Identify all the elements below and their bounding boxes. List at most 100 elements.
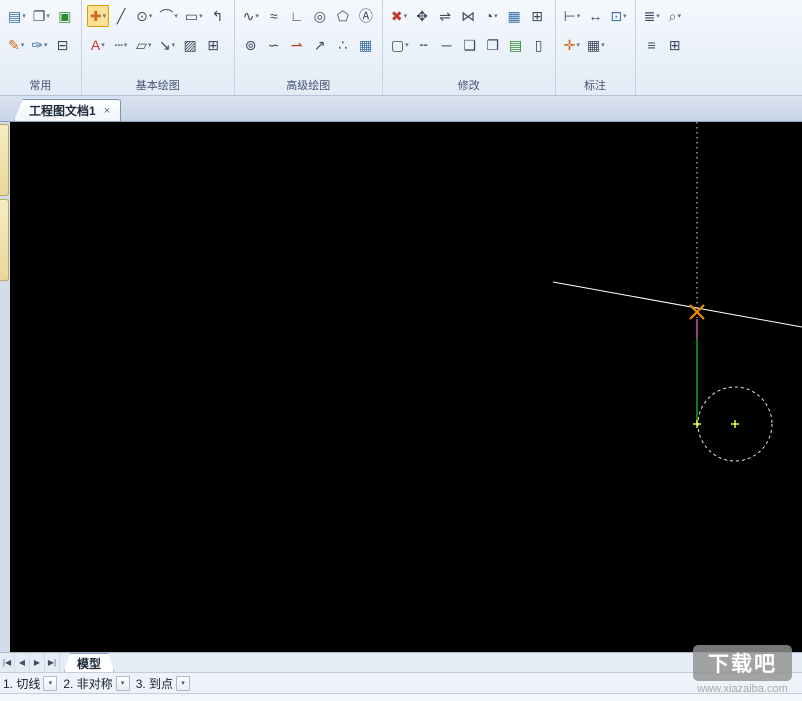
document-tabbar: 工程图文档1 × [0, 96, 802, 122]
chevron-down-icon[interactable]: ▾ [43, 675, 58, 691]
paste-special-icon[interactable]: ▤ [505, 34, 527, 56]
arc-icon[interactable]: ⌒ ▾ [156, 5, 181, 27]
block-icon[interactable]: ⊞ [202, 34, 224, 56]
polyline-icon[interactable]: ↰ [207, 5, 229, 27]
option-combo-tangent[interactable]: 1. 切线 ▾ [3, 675, 58, 692]
ribbon-group-view: ≣ ▾ ⌕ ▾ ≡ ⊞ [634, 0, 691, 95]
main-area [0, 122, 802, 652]
hatch-icon[interactable]: ▨ [179, 34, 201, 56]
ribbon-group-basic-draw: ✚ ▾ ╱ ⊙ ▾ ⌒ ▾ ▭ ▾ ↰ A ▾ ┄ ▾ ▱ ▾ ↘ ▾ ▨ ⊞ 基本绘图 [80, 0, 234, 95]
break-icon[interactable]: ╌ [413, 34, 435, 56]
grid-icon[interactable]: ▦ ▾ [584, 34, 608, 56]
dashed-line-icon[interactable]: ┄ ▾ [110, 34, 132, 56]
rotate-icon[interactable]: ◔ ▾ [480, 5, 502, 27]
segment-icon[interactable]: ╱ [110, 5, 132, 27]
list-icon[interactable]: ≣ ▾ [641, 5, 663, 27]
ribbon-group-modify: ✖ ▾ ✥ ⇌ ⋈ ◔ ▾ ▦ ⊞ ▢ ▾ ╌ ─ ❏ ❐ ▤ ▯ 修改 [381, 0, 555, 95]
leader-icon[interactable]: ↘ ▾ [156, 34, 178, 56]
drawing-canvas[interactable] [10, 122, 802, 652]
join-icon[interactable]: ─ [436, 34, 458, 56]
circle-icon[interactable]: ⊙ ▾ [133, 5, 155, 27]
watermark-url: www.xiazaiba.com [697, 683, 788, 695]
tool-option-bar: 1. 切线 ▾ 2. 非对称 ▾ 3. 到点 ▾ [0, 672, 802, 693]
zoom-icon[interactable]: ⌕ ▾ [664, 5, 686, 27]
side-panel-tab-properties[interactable] [0, 199, 9, 281]
copy-object-icon[interactable]: ⊞ [526, 5, 548, 27]
side-panel-tab-library[interactable] [0, 124, 9, 196]
text-icon[interactable]: A ▾ [87, 34, 109, 56]
watermark-title: 下载吧 [693, 645, 792, 681]
endpoint-marker-icon [693, 420, 701, 428]
ray-icon[interactable]: ⇀ [286, 34, 308, 56]
shapes-icon[interactable]: ▱ ▾ [133, 34, 155, 56]
circle-center-marker-icon [731, 420, 739, 428]
option-combo-asymmetric[interactable]: 2. 非对称 ▾ [63, 675, 130, 692]
copy-icon[interactable]: ❐ ▾ [30, 5, 53, 27]
close-icon[interactable]: × [104, 105, 110, 117]
document-tab-label: 工程图文档1 [29, 104, 96, 118]
dimension-icon[interactable]: ⊢ ▾ [561, 5, 584, 27]
rectangle-icon[interactable]: ▭ ▾ [182, 5, 206, 27]
group-label-advanced-draw: 高级绘图 [286, 80, 331, 92]
format-brush-icon[interactable]: ✎ ▾ [5, 34, 27, 56]
document-tab[interactable]: 工程图文档1 × [14, 99, 122, 121]
ellipse-icon[interactable]: ◎ [309, 5, 331, 27]
save-icon[interactable]: ⊟ [52, 34, 74, 56]
document-copy-icon[interactable]: ❐ [482, 34, 504, 56]
first-sheet-button[interactable]: |◀ [0, 653, 15, 672]
app-window: ▤▾ ❐▾ ▣ ✎▾ ✑▾ ⊟ 常用 ✚▾ ╱ ⊙▾ ⌒▾ ▭▾ [0, 0, 802, 701]
table-icon[interactable]: ▦ [355, 34, 377, 56]
group-label-basic-draw: 基本绘图 [135, 80, 180, 92]
ribbon: ▤▾ ❐▾ ▣ ✎▾ ✑▾ ⊟ 常用 ✚▾ ╱ ⊙▾ ⌒▾ ▭▾ [0, 0, 802, 96]
line-tool-icon[interactable]: ✚ ▾ [86, 5, 110, 27]
circle-a-icon[interactable]: Ⓐ [355, 5, 377, 27]
screen-icon[interactable]: ⊡ ▾ [607, 5, 629, 27]
bar-icon[interactable]: ▯ [528, 34, 550, 56]
option-label: 1. 切线 [3, 676, 41, 691]
document-icon[interactable]: ❏ [459, 34, 481, 56]
erase-icon[interactable]: ✖ ▾ [388, 5, 410, 27]
next-sheet-button[interactable]: ▶ [30, 653, 45, 672]
ribbon-group-annotate: ⊢ ▾ ↔ ⊡ ▾ ✛ ▾ ▦ ▾ 标注 [554, 0, 635, 95]
stretch-icon[interactable]: ▢ ▾ [388, 34, 412, 56]
option-label: 3. 到点 [135, 676, 174, 691]
offset-icon[interactable]: ⇌ [434, 5, 456, 27]
group-label-annotate: 标注 [584, 80, 607, 92]
polygon-icon[interactable]: ⬠ [332, 5, 354, 27]
wave-icon[interactable]: ⊚ [240, 34, 262, 56]
ribbon-group-common: ▤ ▾ ❐ ▾ ▣ ✎ ▾ ✑ ▾ ⊟ 常用 [0, 0, 81, 95]
drawn-white-line [552, 281, 802, 328]
group-label-view [638, 78, 689, 95]
last-sheet-button[interactable]: ▶| [45, 653, 60, 672]
pan-icon[interactable]: ⊞ [664, 34, 686, 56]
squiggle-icon[interactable]: ∽ [263, 34, 285, 56]
prev-sheet-button[interactable]: ◀ [15, 653, 30, 672]
spline-icon[interactable]: ∿ ▾ [240, 5, 262, 27]
chevron-down-icon[interactable]: ▾ [176, 675, 191, 691]
menu-icon[interactable]: ≡ [641, 34, 663, 56]
points-icon[interactable]: ∴ [332, 34, 354, 56]
mirror-icon[interactable]: ⋈ [457, 5, 479, 27]
option-combo-to-point[interactable]: 3. 到点 ▾ [135, 675, 191, 692]
linear-dim-icon[interactable]: ↔ [584, 5, 606, 27]
paste-icon[interactable]: ▤ ▾ [5, 5, 29, 27]
angle-line-icon[interactable]: ∟ [286, 5, 308, 27]
model-tab[interactable]: 模型 [64, 653, 114, 672]
command-line-strip[interactable] [0, 693, 802, 701]
ribbon-group-advanced-draw: ∿ ▾ ≈ ∟ ◎ ⬠ Ⓐ ⊚ ∽ ⇀ ↗ ∴ ▦ 高级绘图 [233, 0, 382, 95]
canvas-drawing [552, 122, 802, 462]
pen-icon[interactable]: ✑ ▾ [28, 34, 50, 56]
arrow-up-icon[interactable]: ↗ [309, 34, 331, 56]
new-sheet-icon[interactable]: ▣ [54, 5, 76, 27]
array-icon[interactable]: ▦ [503, 5, 525, 27]
sheet-tab-row: |◀ ◀ ▶ ▶| 模型 [0, 652, 802, 672]
group-label-modify: 修改 [457, 80, 480, 92]
group-label-common: 常用 [29, 80, 52, 92]
watermark: 下载吧 www.xiazaiba.com [693, 645, 792, 695]
curve-icon[interactable]: ≈ [263, 5, 285, 27]
option-label: 2. 非对称 [63, 676, 113, 691]
move-icon[interactable]: ✥ [411, 5, 433, 27]
dim-style-icon[interactable]: ✛ ▾ [561, 34, 583, 56]
chevron-down-icon[interactable]: ▾ [115, 675, 130, 691]
side-panel-column [0, 122, 10, 652]
